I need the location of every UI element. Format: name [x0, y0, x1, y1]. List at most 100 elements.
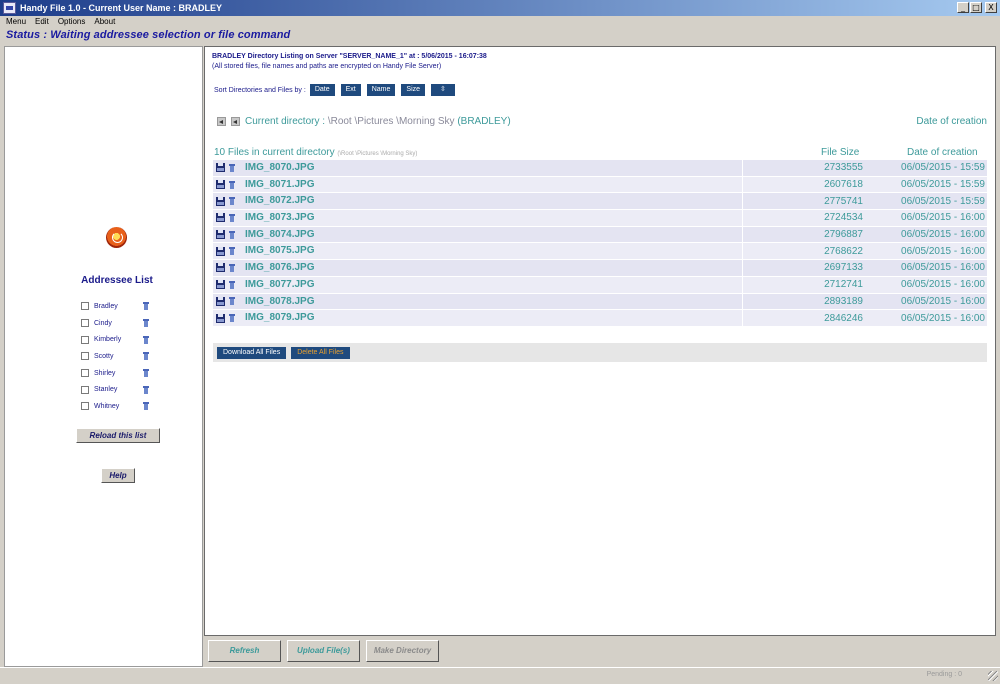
directory-listing-panel: BRADLEY Directory Listing on Server "SER…: [204, 46, 996, 636]
addressee-item: Bradley: [81, 298, 149, 315]
status-bar: Pending : 0: [0, 667, 1000, 682]
maximize-button[interactable]: □: [970, 2, 982, 13]
save-icon[interactable]: [216, 280, 225, 290]
file-name[interactable]: IMG_8073.JPG: [245, 210, 743, 226]
reload-list-button[interactable]: Reload this list: [76, 428, 160, 443]
menu-edit[interactable]: Edit: [29, 16, 52, 28]
trash-icon[interactable]: [229, 163, 235, 172]
addressee-item: Scotty: [81, 348, 149, 365]
addressee-checkbox[interactable]: [81, 352, 89, 361]
addressee-name: Bradley: [94, 302, 118, 310]
current-directory: Current directory : \Root \Pictures \Mor…: [245, 116, 511, 127]
file-size: 2768622: [824, 245, 863, 257]
addressee-checkbox[interactable]: [81, 319, 89, 328]
download-all-button[interactable]: Download All Files: [217, 346, 287, 359]
sort-name-button[interactable]: Name: [366, 84, 396, 96]
sort-size-button[interactable]: Size: [401, 84, 426, 96]
file-date: 06/05/2015 - 16:00: [901, 212, 985, 224]
addressee-checkbox[interactable]: [81, 335, 89, 344]
addressee-checkbox[interactable]: [81, 402, 89, 411]
addressee-name: Shirley: [94, 369, 116, 377]
addressee-checkbox[interactable]: [81, 302, 89, 311]
file-name[interactable]: IMG_8072.JPG: [245, 193, 743, 210]
file-size: 2607618: [824, 179, 863, 191]
status-text: Status : Waiting addressee selection or …: [6, 29, 291, 41]
bulk-actions-bar: Download All Files Delete All Files: [213, 343, 987, 362]
save-icon[interactable]: [216, 163, 225, 173]
upload-files-button[interactable]: Upload File(s): [287, 640, 360, 662]
trash-icon[interactable]: [143, 335, 149, 344]
resize-grip-icon[interactable]: [988, 671, 998, 681]
file-size: 2712741: [824, 279, 863, 291]
file-name[interactable]: IMG_8074.JPG: [245, 226, 743, 243]
file-size: 2796887: [824, 229, 863, 241]
sort-date-button[interactable]: Date: [309, 84, 335, 96]
file-name[interactable]: IMG_8078.JPG: [245, 293, 743, 310]
addressee-checkbox[interactable]: [81, 385, 89, 394]
save-icon[interactable]: [216, 180, 225, 190]
trash-icon[interactable]: [229, 180, 235, 189]
make-directory-button[interactable]: Make Directory: [366, 640, 439, 662]
save-icon[interactable]: [216, 296, 225, 306]
file-date: 06/05/2015 - 15:59: [901, 179, 985, 191]
minimize-button[interactable]: _: [957, 2, 969, 13]
date-column-header[interactable]: Date of creation: [907, 147, 978, 158]
trash-icon[interactable]: [229, 197, 235, 206]
sort-label: Sort Directories and Files by :: [214, 86, 306, 94]
trash-icon[interactable]: [143, 352, 149, 361]
addressee-name: Cindy: [94, 319, 112, 327]
trash-icon[interactable]: [229, 247, 235, 256]
trash-icon[interactable]: [229, 213, 235, 222]
app-icon: [3, 2, 16, 14]
file-name[interactable]: IMG_8076.JPG: [245, 260, 743, 276]
sort-order-button[interactable]: ⇳: [431, 84, 455, 96]
trash-icon[interactable]: [143, 319, 149, 328]
files-count: 10 Files in current directory (\Root \Pi…: [214, 147, 417, 158]
directory-nav: Current directory : \Root \Pictures \Mor…: [217, 116, 987, 127]
trash-icon[interactable]: [229, 263, 235, 272]
file-name[interactable]: IMG_8070.JPG: [245, 160, 743, 176]
file-size-column-header[interactable]: File Size: [821, 147, 859, 158]
file-row: IMG_8079.JPG 2846246 06/05/2015 - 16:00: [213, 310, 987, 327]
file-date: 06/05/2015 - 16:00: [901, 312, 985, 324]
trash-icon[interactable]: [143, 302, 149, 311]
file-size: 2733555: [824, 162, 863, 174]
file-name[interactable]: IMG_8071.JPG: [245, 176, 743, 193]
menu-options[interactable]: Options: [52, 16, 89, 28]
file-name[interactable]: IMG_8075.JPG: [245, 243, 743, 260]
save-icon[interactable]: [216, 313, 225, 323]
file-table: IMG_8070.JPG 2733555 06/05/2015 - 15:59 …: [213, 160, 987, 327]
sort-bar: Sort Directories and Files by : Date Ext…: [214, 84, 461, 96]
save-icon[interactable]: [216, 196, 225, 206]
trash-icon[interactable]: [143, 369, 149, 378]
refresh-button[interactable]: Refresh: [208, 640, 281, 662]
addressee-checkbox[interactable]: [81, 369, 89, 378]
trash-icon[interactable]: [229, 230, 235, 239]
bottom-toolbar: Refresh Upload File(s) Make Directory: [208, 640, 439, 662]
sort-ext-button[interactable]: Ext: [340, 84, 361, 96]
save-icon[interactable]: [216, 246, 225, 256]
help-button[interactable]: Help: [101, 468, 135, 483]
trash-icon[interactable]: [143, 402, 149, 411]
save-icon[interactable]: [216, 263, 225, 273]
back-arrow-icon[interactable]: [217, 117, 226, 126]
file-row: IMG_8076.JPG 2697133 06/05/2015 - 16:00: [213, 260, 987, 277]
menu-menu[interactable]: Menu: [0, 16, 29, 28]
addressee-list-title: Addressee List: [81, 275, 153, 286]
trash-icon[interactable]: [229, 314, 235, 323]
encryption-note: (All stored files, file names and paths …: [212, 63, 442, 70]
file-name[interactable]: IMG_8079.JPG: [245, 310, 743, 326]
delete-all-button[interactable]: Delete All Files: [291, 346, 350, 359]
file-name[interactable]: IMG_8077.JPG: [245, 276, 743, 293]
trash-icon[interactable]: [229, 297, 235, 306]
file-row: IMG_8073.JPG 2724534 06/05/2015 - 16:00: [213, 210, 987, 227]
menu-about[interactable]: About: [88, 16, 118, 28]
trash-icon[interactable]: [143, 385, 149, 394]
up-arrow-icon[interactable]: [231, 117, 240, 126]
close-button[interactable]: X: [985, 2, 997, 13]
pending-count: Pending : 0: [926, 671, 962, 678]
save-icon[interactable]: [216, 230, 225, 240]
trash-icon[interactable]: [229, 280, 235, 289]
addressee-name: Kimberly: [94, 336, 122, 344]
save-icon[interactable]: [216, 213, 225, 223]
